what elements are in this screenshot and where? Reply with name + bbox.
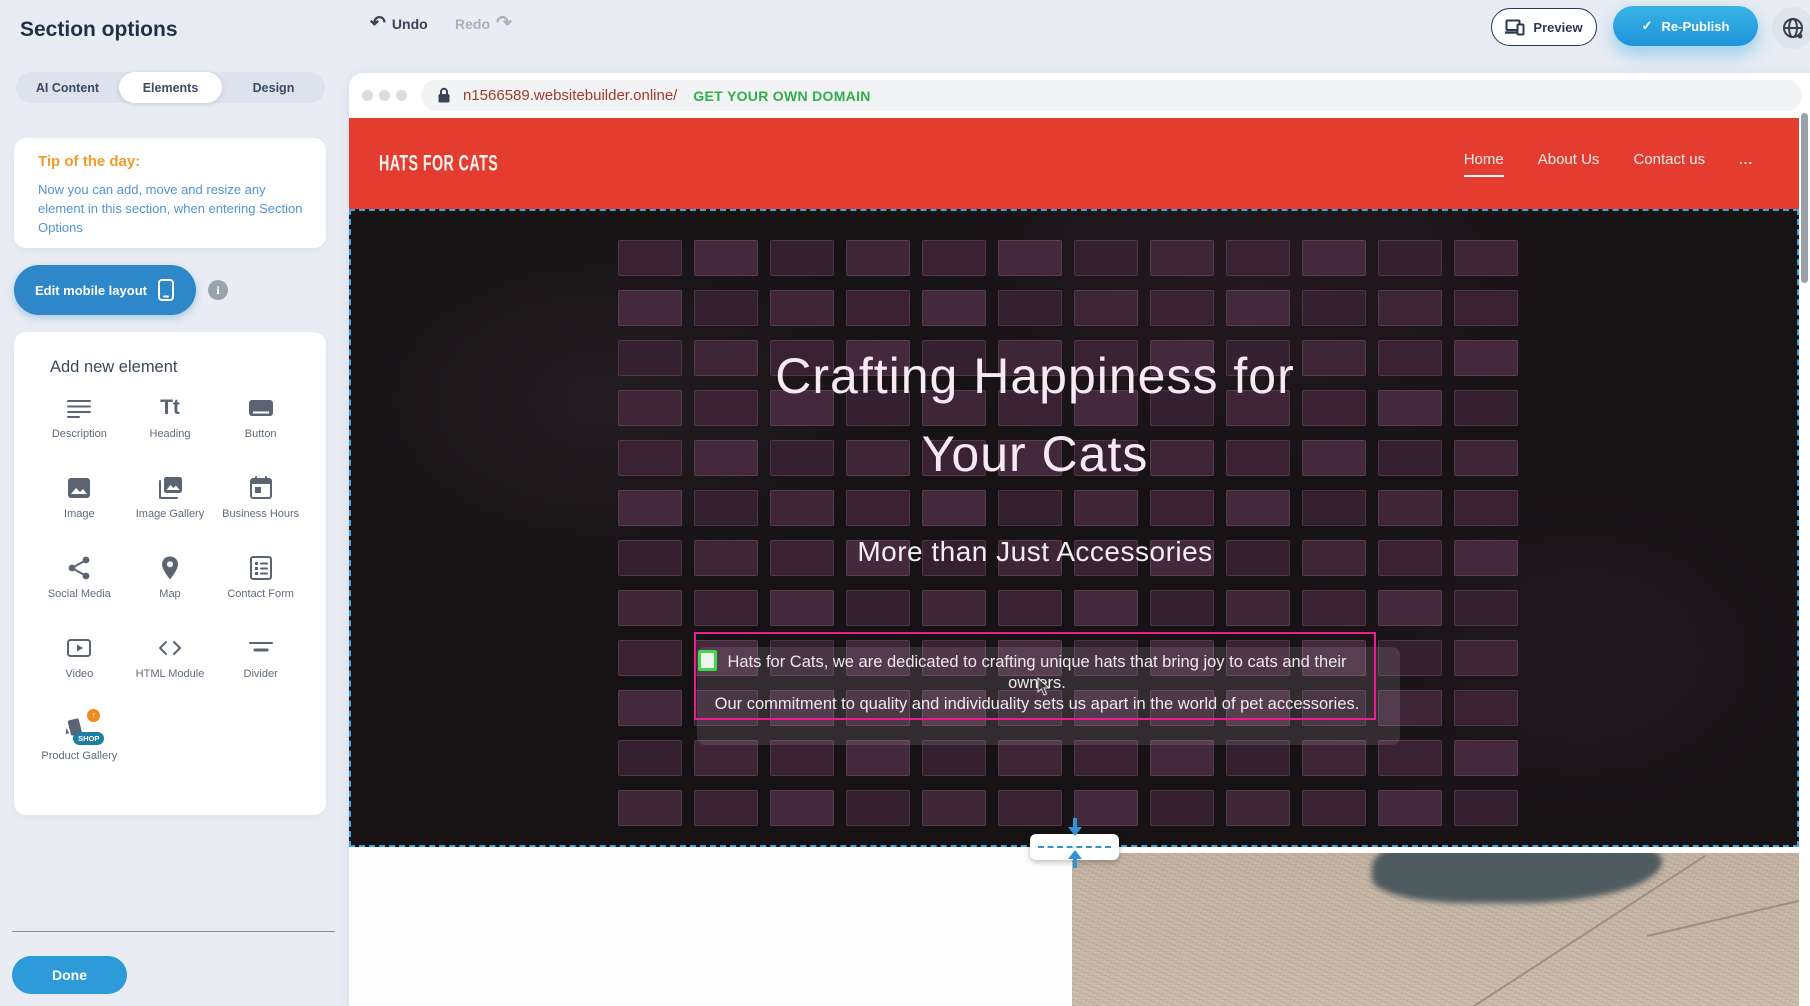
selected-paragraph-element[interactable]: Hats for Cats, we are dedicated to craft… [694, 632, 1376, 720]
address-pill[interactable]: n1566589.websitebuilder.online/ GET YOUR… [421, 80, 1802, 111]
next-section[interactable] [349, 847, 1799, 1006]
get-domain-link[interactable]: GET YOUR OWN DOMAIN [693, 88, 870, 104]
description-icon [66, 395, 92, 421]
element-social-media[interactable]: Social Media [34, 555, 125, 625]
button-icon [248, 395, 274, 421]
undo-button[interactable]: ↶ Undo [370, 14, 428, 34]
pavement-image [1072, 853, 1799, 1006]
element-button[interactable]: Button [215, 395, 306, 465]
nav-contact-us[interactable]: Contact us [1633, 151, 1705, 177]
element-video[interactable]: Video [34, 635, 125, 705]
divider-icon [248, 635, 274, 661]
element-grid: Description Tt Heading Button Image [34, 395, 306, 785]
hero-background-image [349, 209, 1799, 847]
element-product-gallery[interactable]: ↑ SHOP Product Gallery [34, 715, 125, 785]
lock-icon [437, 87, 451, 104]
undo-icon: ↶ [370, 14, 386, 34]
panel-divider [12, 931, 335, 932]
panel-tabs: AI Content Elements Design [16, 72, 325, 103]
tip-of-the-day-card: Tip of the day: Now you can add, move an… [14, 138, 326, 248]
element-contact-form[interactable]: Contact Form [215, 555, 306, 625]
site-header[interactable]: HATS FOR CATS Home About Us Contact us .… [349, 118, 1799, 209]
language-globe-button[interactable] [1772, 7, 1810, 49]
element-image-gallery[interactable]: Image Gallery [125, 475, 216, 545]
image-icon [66, 475, 92, 501]
republish-button[interactable]: ✓ Re-Publish [1613, 6, 1758, 46]
globe-icon [1781, 16, 1805, 40]
tip-title: Tip of the day: [38, 153, 140, 170]
add-element-title: Add new element [50, 358, 306, 377]
nav-home[interactable]: Home [1464, 151, 1504, 177]
hero-subheading[interactable]: More than Just Accessories [349, 536, 1721, 568]
nav-more-button[interactable]: ... [1739, 152, 1753, 176]
tab-ai-content[interactable]: AI Content [16, 72, 119, 103]
element-heading[interactable]: Tt Heading [125, 395, 216, 465]
done-button[interactable]: Done [12, 956, 127, 994]
browser-url-bar: n1566589.websitebuilder.online/ GET YOUR… [349, 73, 1810, 118]
site-canvas: HATS FOR CATS Home About Us Contact us .… [349, 118, 1799, 1006]
check-icon: ✓ [1642, 18, 1653, 34]
arrow-down-icon [1068, 827, 1082, 836]
upgrade-badge-icon: ↑ [87, 709, 100, 722]
site-url: n1566589.websitebuilder.online/ [463, 87, 677, 104]
element-image[interactable]: Image [34, 475, 125, 545]
redo-button[interactable]: Redo ↷ [455, 14, 512, 34]
element-html-module[interactable]: HTML Module [125, 635, 216, 705]
element-business-hours[interactable]: Business Hours [215, 475, 306, 545]
element-map[interactable]: Map [125, 555, 216, 625]
edit-mobile-layout-button[interactable]: Edit mobile layout [14, 265, 196, 315]
hero-heading[interactable]: Crafting Happiness for Your Cats [349, 337, 1721, 493]
site-nav: Home About Us Contact us ... [1464, 151, 1753, 177]
mobile-phone-icon [157, 278, 175, 302]
mouse-cursor [1037, 677, 1052, 697]
element-description[interactable]: Description [34, 395, 125, 465]
html-module-icon [157, 635, 183, 661]
page-title: Section options [20, 18, 178, 42]
product-gallery-icon: ↑ SHOP [64, 715, 94, 743]
contact-form-icon [248, 555, 274, 581]
tip-body: Now you can add, move and resize any ele… [38, 181, 304, 238]
cat-shadow [1372, 853, 1662, 903]
tab-elements[interactable]: Elements [119, 72, 222, 103]
image-gallery-icon [157, 475, 183, 501]
info-icon[interactable]: i [208, 280, 228, 300]
preview-button[interactable]: Preview [1491, 8, 1597, 46]
section-height-handle[interactable] [1030, 834, 1119, 860]
section-bottom-dash [1038, 846, 1111, 848]
redo-icon: ↷ [496, 14, 512, 34]
heading-icon: Tt [157, 395, 183, 421]
shop-badge: SHOP [73, 732, 104, 745]
social-media-icon [66, 555, 92, 581]
site-logo[interactable]: HATS FOR CATS [379, 151, 498, 177]
browser-dots [362, 90, 407, 101]
element-divider[interactable]: Divider [215, 635, 306, 705]
devices-icon [1505, 19, 1525, 36]
video-icon [66, 635, 92, 661]
hero-section[interactable]: Crafting Happiness for Your Cats More th… [349, 209, 1799, 847]
edit-mobile-layout-label: Edit mobile layout [35, 283, 147, 298]
tab-design[interactable]: Design [222, 72, 325, 103]
add-element-panel: Add new element Description Tt Heading B… [14, 332, 326, 815]
nav-about-us[interactable]: About Us [1538, 151, 1600, 177]
business-hours-icon [248, 475, 274, 501]
map-icon [157, 555, 183, 581]
resize-handle-left[interactable] [698, 650, 717, 671]
browser-scrollbar[interactable] [1801, 113, 1808, 283]
site-preview-frame: n1566589.websitebuilder.online/ GET YOUR… [349, 73, 1810, 1006]
